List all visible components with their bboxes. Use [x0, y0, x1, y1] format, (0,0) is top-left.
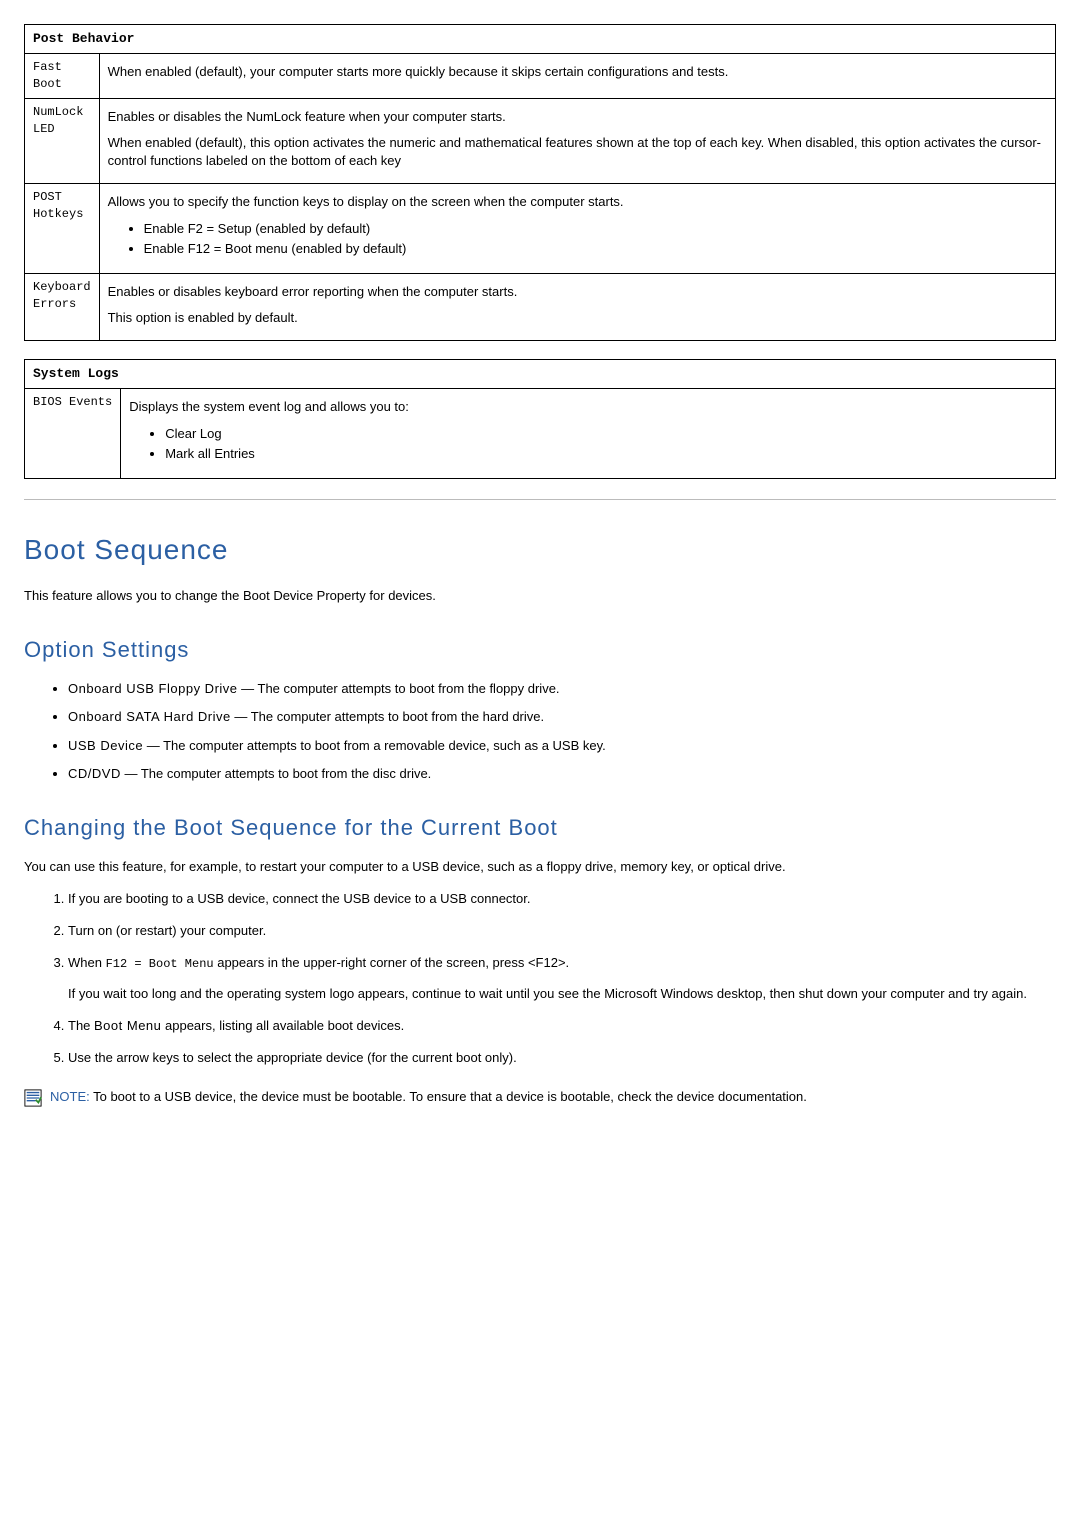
steps-list: If you are booting to a USB device, conn…	[24, 890, 1056, 1068]
post-behavior-header: Post Behavior	[25, 25, 1056, 54]
list-item: Enable F2 = Setup (enabled by default)	[144, 220, 1047, 238]
list-item: Onboard USB Floppy Drive — The computer …	[68, 680, 1056, 698]
table-row: Keyboard Errors Enables or disables keyb…	[25, 273, 1056, 340]
desc-list: Enable F2 = Setup (enabled by default) E…	[108, 220, 1047, 258]
step-item: The Boot Menu appears, listing all avail…	[68, 1017, 1056, 1035]
boot-sequence-intro: This feature allows you to change the Bo…	[24, 587, 1056, 605]
desc-text: When enabled (default), this option acti…	[108, 134, 1047, 170]
note-label: NOTE:	[50, 1089, 90, 1104]
step-item: If you are booting to a USB device, conn…	[68, 890, 1056, 908]
table-row: BIOS Events Displays the system event lo…	[25, 389, 1056, 479]
list-item: Clear Log	[165, 425, 1047, 443]
step-mono: F12 = Boot Menu	[106, 957, 214, 971]
desc-text: Displays the system event log and allows…	[129, 398, 1047, 416]
table-row: Fast Boot When enabled (default), your c…	[25, 54, 1056, 99]
row-label: Keyboard Errors	[25, 273, 100, 340]
post-behavior-table: Post Behavior Fast Boot When enabled (de…	[24, 24, 1056, 341]
option-desc: — The computer attempts to boot from the…	[231, 709, 544, 724]
row-desc: When enabled (default), your computer st…	[99, 54, 1055, 99]
note-icon	[24, 1089, 42, 1107]
option-name: CD/DVD	[68, 766, 121, 781]
system-logs-header: System Logs	[25, 360, 1056, 389]
heading-option-settings: Option Settings	[24, 635, 1056, 666]
heading-boot-sequence: Boot Sequence	[24, 530, 1056, 569]
option-desc: — The computer attempts to boot from a r…	[143, 738, 606, 753]
step-text: The	[68, 1018, 94, 1033]
desc-text: When enabled (default), your computer st…	[108, 63, 1047, 81]
option-name: Onboard USB Floppy Drive	[68, 681, 238, 696]
row-label: NumLock LED	[25, 98, 100, 184]
option-name: USB Device	[68, 738, 143, 753]
list-item: Mark all Entries	[165, 445, 1047, 463]
note-content: NOTE: To boot to a USB device, the devic…	[50, 1088, 807, 1106]
option-name: Onboard SATA Hard Drive	[68, 709, 231, 724]
step-item: When F12 = Boot Menu appears in the uppe…	[68, 954, 1056, 1003]
desc-text: Enables or disables the NumLock feature …	[108, 108, 1047, 126]
note-body: To boot to a USB device, the device must…	[90, 1089, 807, 1104]
step-text: When	[68, 955, 106, 970]
desc-text: Allows you to specify the function keys …	[108, 193, 1047, 211]
option-desc: — The computer attempts to boot from the…	[238, 681, 560, 696]
list-item: Enable F12 = Boot menu (enabled by defau…	[144, 240, 1047, 258]
heading-changing-boot: Changing the Boot Sequence for the Curre…	[24, 813, 1056, 844]
list-item: CD/DVD — The computer attempts to boot f…	[68, 765, 1056, 783]
option-desc: — The computer attempts to boot from the…	[121, 766, 431, 781]
desc-text: Enables or disables keyboard error repor…	[108, 283, 1047, 301]
row-desc: Enables or disables keyboard error repor…	[99, 273, 1055, 340]
system-logs-table: System Logs BIOS Events Displays the sys…	[24, 359, 1056, 479]
row-desc: Allows you to specify the function keys …	[99, 184, 1055, 274]
list-item: USB Device — The computer attempts to bo…	[68, 737, 1056, 755]
row-label: BIOS Events	[25, 389, 121, 479]
table-row: POST Hotkeys Allows you to specify the f…	[25, 184, 1056, 274]
list-item: Onboard SATA Hard Drive — The computer a…	[68, 708, 1056, 726]
row-desc: Displays the system event log and allows…	[121, 389, 1056, 479]
step-text: appears, listing all available boot devi…	[161, 1018, 404, 1033]
step-item: Turn on (or restart) your computer.	[68, 922, 1056, 940]
table-row: NumLock LED Enables or disables the NumL…	[25, 98, 1056, 184]
option-settings-list: Onboard USB Floppy Drive — The computer …	[24, 680, 1056, 783]
step-item: Use the arrow keys to select the appropr…	[68, 1049, 1056, 1067]
step-strong: Boot Menu	[94, 1018, 161, 1033]
row-label: Fast Boot	[25, 54, 100, 99]
step-note: If you wait too long and the operating s…	[68, 985, 1056, 1003]
step-text: appears in the upper-right corner of the…	[214, 955, 570, 970]
row-label: POST Hotkeys	[25, 184, 100, 274]
note-block: NOTE: To boot to a USB device, the devic…	[24, 1088, 1056, 1107]
changing-boot-intro: You can use this feature, for example, t…	[24, 858, 1056, 876]
row-desc: Enables or disables the NumLock feature …	[99, 98, 1055, 184]
desc-text: This option is enabled by default.	[108, 309, 1047, 327]
section-divider	[24, 499, 1056, 500]
desc-list: Clear Log Mark all Entries	[129, 425, 1047, 463]
